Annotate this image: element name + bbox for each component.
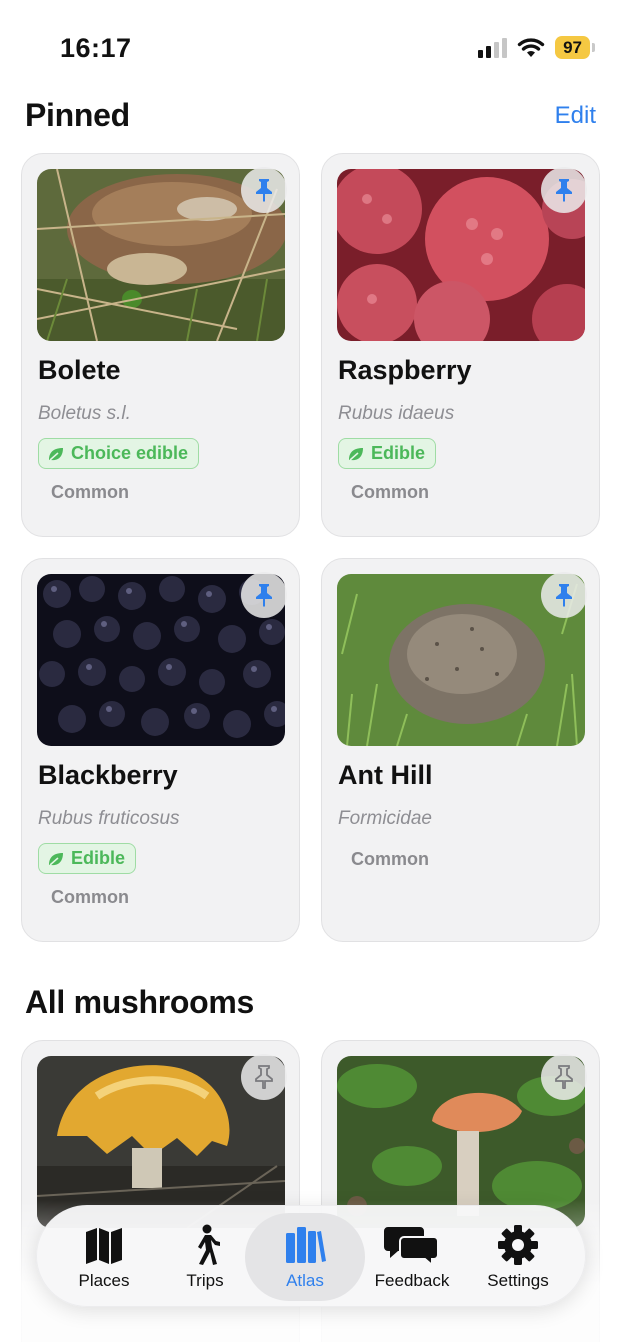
unpin-button[interactable] <box>241 167 287 213</box>
tab-places[interactable]: Places <box>50 1206 158 1308</box>
tab-label: Atlas <box>286 1271 324 1290</box>
species-card-bolete[interactable]: Bolete Boletus s.l. Choice edible Common <box>21 153 300 537</box>
rarity-label: Common <box>51 887 129 907</box>
species-latin-name: Rubus idaeus <box>338 403 455 424</box>
pin-button[interactable] <box>541 1054 587 1100</box>
battery-indicator: 97 <box>555 36 595 59</box>
edit-button[interactable]: Edit <box>555 102 596 130</box>
tab-label: Places <box>78 1271 130 1290</box>
pinned-title: Pinned <box>25 97 130 133</box>
walk-icon <box>198 1224 220 1265</box>
pin-outline-icon <box>255 1065 273 1089</box>
pinned-header: Pinned Edit <box>25 97 596 134</box>
pin-filled-icon <box>256 179 272 202</box>
rarity-label: Common <box>51 482 129 502</box>
leaf-icon <box>49 447 63 461</box>
species-name: Bolete <box>38 355 121 385</box>
all-mushrooms-title: All mushrooms <box>25 984 255 1020</box>
species-card-raspberry[interactable]: Raspberry Rubus idaeus Edible Common <box>321 153 600 537</box>
edibility-badge: Edible <box>38 843 137 874</box>
edibility-label: Edible <box>371 443 426 463</box>
species-name: Blackberry <box>38 760 178 790</box>
status-bar: 16:17 97 <box>0 0 620 95</box>
tab-label: Settings <box>487 1271 549 1290</box>
tab-settings[interactable]: Settings <box>464 1206 572 1308</box>
map-icon <box>86 1228 122 1264</box>
species-name: Ant Hill <box>338 760 433 790</box>
species-card-ant-hill[interactable]: Ant Hill Formicidae Common <box>321 558 600 942</box>
wifi-icon <box>517 37 545 57</box>
cellular-signal-icon <box>478 37 508 58</box>
unpin-button[interactable] <box>541 167 587 213</box>
pin-filled-icon <box>256 584 272 607</box>
edibility-badge: Choice edible <box>38 438 200 469</box>
status-time: 16:17 <box>60 33 132 63</box>
rarity-label: Common <box>351 482 429 502</box>
species-latin-name: Boletus s.l. <box>38 403 131 424</box>
edibility-label: Edible <box>71 848 126 868</box>
chat-bubbles-icon <box>384 1227 439 1267</box>
edibility-badge: Edible <box>338 438 437 469</box>
species-latin-name: Rubus fruticosus <box>38 808 180 829</box>
rarity-label: Common <box>351 849 429 869</box>
status-icons: 97 <box>478 36 595 59</box>
tab-bar: Places Trips Atlas Feedback Settings <box>36 1205 586 1307</box>
species-card-blackberry[interactable]: Blackberry Rubus fruticosus Edible Commo… <box>21 558 300 942</box>
tab-label: Trips <box>186 1271 224 1290</box>
all-mushrooms-header: All mushrooms <box>25 984 596 1021</box>
unpin-button[interactable] <box>241 572 287 618</box>
unpin-button[interactable] <box>541 572 587 618</box>
books-icon <box>286 1227 326 1263</box>
tab-label: Feedback <box>374 1271 450 1290</box>
tab-atlas[interactable]: Atlas <box>251 1206 359 1308</box>
gear-icon <box>498 1225 538 1265</box>
pin-button[interactable] <box>241 1054 287 1100</box>
tab-feedback[interactable]: Feedback <box>358 1206 466 1308</box>
leaf-icon <box>349 447 363 461</box>
tab-trips[interactable]: Trips <box>151 1206 259 1308</box>
pin-outline-icon <box>555 1065 573 1089</box>
leaf-icon <box>49 852 63 866</box>
species-name: Raspberry <box>338 355 472 385</box>
pin-filled-icon <box>556 179 572 202</box>
edibility-label: Choice edible <box>71 443 189 463</box>
pin-filled-icon <box>556 584 572 607</box>
species-latin-name: Formicidae <box>338 808 432 829</box>
